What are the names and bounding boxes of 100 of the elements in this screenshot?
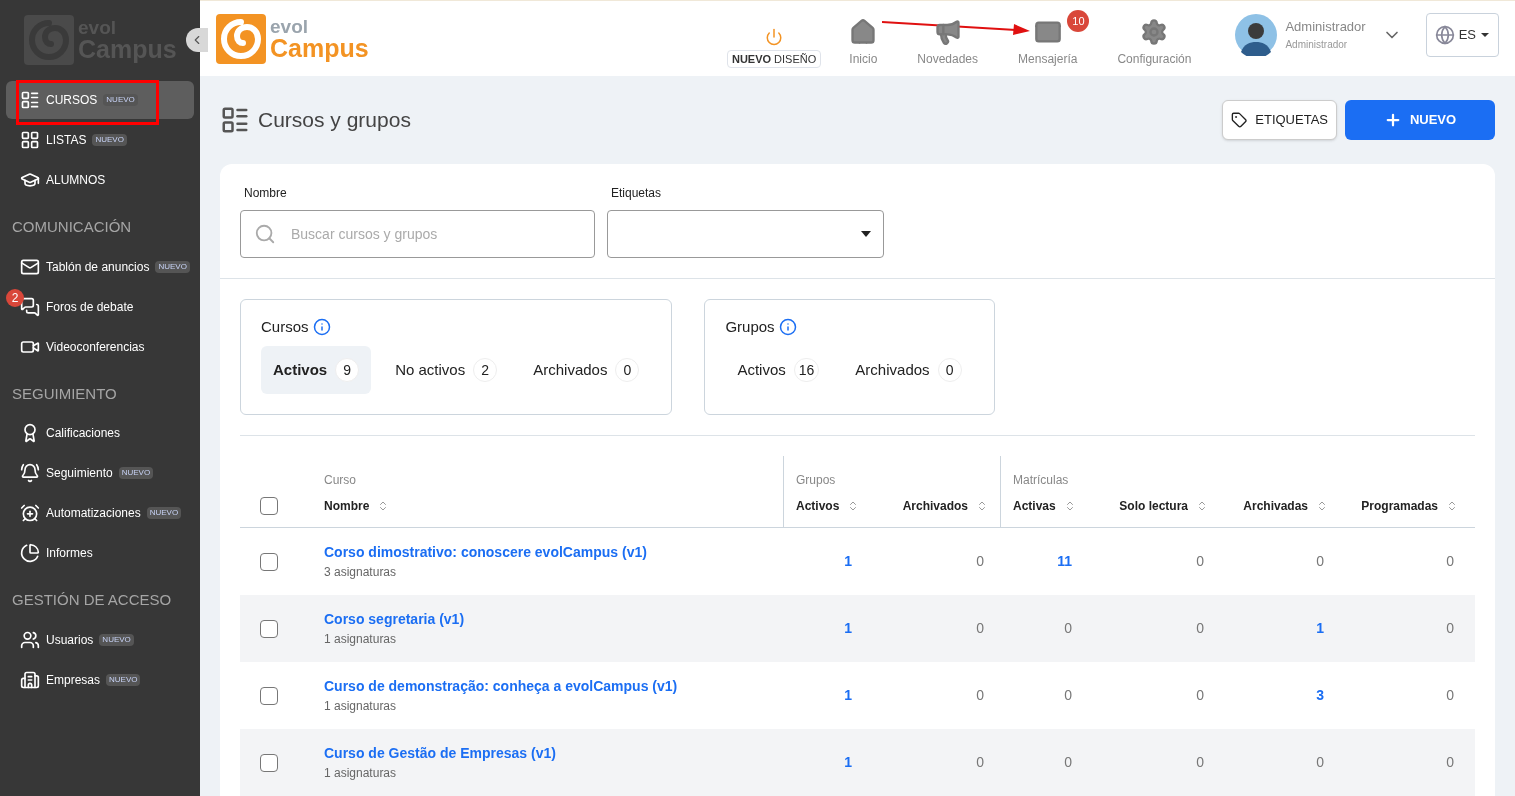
course-link[interactable]: Curso de demonstração: conheça a evolCampus (v1) (324, 676, 783, 697)
sidebar-label: Automatizaciones (46, 505, 141, 522)
new-design-button[interactable]: NUEVO DISEÑO (726, 27, 822, 69)
count-link[interactable]: 1 (844, 685, 852, 706)
sort-icon[interactable] (1446, 500, 1458, 512)
count-link[interactable]: 1 (1316, 618, 1324, 639)
table-cell-text: 0 (1064, 753, 1072, 772)
sidebar-item[interactable]: ALUMNOS (6, 161, 194, 199)
info-icon[interactable] (312, 317, 331, 336)
new-button[interactable]: NUEVO (1345, 99, 1495, 140)
caret-icon (1480, 31, 1490, 38)
group-heading: Matrículas (1013, 472, 1070, 489)
new-tag: NUEVO (146, 507, 182, 519)
graduation-cap-icon (20, 170, 40, 190)
count-pill: 0 (615, 358, 640, 382)
field-label: Nombre (243, 184, 288, 202)
nav-item[interactable]: Configuración (1105, 10, 1204, 69)
tags-button[interactable]: ETIQUETAS (1222, 99, 1337, 140)
count-pill: 0 (937, 358, 962, 382)
grid-icon (20, 130, 40, 150)
sidebar-item[interactable]: Videoconferencias (6, 327, 194, 366)
checkbox[interactable] (260, 497, 278, 515)
user-role: Administrador (1285, 37, 1349, 52)
count-link[interactable]: 1 (844, 752, 852, 773)
home-icon (849, 18, 878, 47)
checkbox[interactable] (260, 552, 278, 571)
sort-icon[interactable] (1196, 500, 1208, 512)
sidebar-item[interactable]: Tablón de anuncios NUEVO (6, 247, 194, 286)
checkbox[interactable] (260, 686, 278, 705)
field-label: Etiquetas (610, 184, 663, 202)
status-tab[interactable]: Activos 16 (725, 346, 832, 394)
nav-item[interactable]: Inicio (837, 10, 890, 69)
sidebar-item[interactable]: CURSOS NUEVO (6, 81, 194, 119)
stats-title: Cursos (261, 316, 309, 337)
status-tab[interactable]: Archivados 0 (521, 346, 652, 394)
sidebar-item[interactable]: Usuarios NUEVO (6, 620, 194, 659)
sidebar-item[interactable]: Informes (6, 534, 194, 572)
sort-icon[interactable] (1316, 500, 1328, 512)
sidebar-label: Videoconferencias (46, 338, 145, 356)
logo-icon (216, 13, 266, 64)
collapse-button[interactable] (186, 28, 208, 52)
stats-title: Grupos (725, 316, 775, 337)
count-link[interactable]: 3 (1316, 685, 1324, 706)
count-pill: 16 (793, 358, 820, 382)
course-subtitle: 1 asignaturas (324, 631, 398, 648)
settings-icon (1140, 18, 1169, 47)
table-cell-text: 0 (976, 753, 984, 772)
sidebar-item[interactable]: Automatizaciones NUEVO (6, 494, 194, 532)
section-heading: GESTIÓN DE ACCESO (11, 590, 173, 610)
search-field[interactable]: Buscar cursos y grupos (240, 209, 595, 258)
count-link[interactable]: 1 (844, 551, 852, 572)
sidebar-label: Usuarios (46, 631, 94, 649)
checkbox[interactable] (260, 753, 278, 772)
megaphone-icon (933, 18, 962, 47)
user-name: Administrador (1285, 18, 1366, 37)
language-selector[interactable]: ES (1425, 12, 1499, 57)
sort-icon[interactable] (976, 500, 988, 512)
count-pill: 2 (473, 358, 498, 382)
bell-icon (20, 463, 40, 483)
group-heading: Grupos (796, 472, 837, 489)
course-link[interactable]: Corso dimostrativo: conoscere evolCampus (v1) (324, 542, 783, 563)
column-heading: Archivadas (1243, 498, 1308, 515)
status-tab[interactable]: No activos 2 (383, 346, 510, 394)
power-icon (765, 27, 784, 46)
sidebar-item[interactable]: Empresas NUEVO (6, 660, 194, 699)
count-link[interactable]: 11 (1057, 551, 1072, 572)
nav-item[interactable]: 10 Mensajería (1006, 10, 1090, 69)
column-heading: Nombre (324, 498, 370, 515)
sidebar-label: ALUMNOS (46, 172, 106, 189)
table-cell-text: 0 (976, 552, 984, 571)
status-tab[interactable]: Activos 9 (261, 346, 372, 394)
info-icon[interactable] (778, 317, 797, 336)
course-link[interactable]: Corso segretaria (v1) (324, 609, 783, 630)
table-cell-text: 0 (1196, 619, 1204, 638)
checkbox[interactable] (260, 619, 278, 638)
table-cell-text: 0 (1196, 552, 1204, 571)
alarm-clock-icon (20, 503, 40, 523)
tags-dropdown[interactable] (607, 209, 884, 258)
column-heading: Solo lectura (1119, 498, 1188, 515)
avatar (1235, 13, 1278, 56)
section-heading: SEGUIMIENTO (11, 383, 118, 404)
table-cell-text: 0 (1446, 552, 1454, 571)
list-icon (20, 90, 40, 110)
course-link[interactable]: Curso de Gestão de Empresas (v1) (324, 743, 783, 764)
sidebar-label: Empresas (46, 671, 101, 689)
users-icon (20, 629, 40, 650)
sidebar-item[interactable]: Calificaciones (6, 414, 194, 452)
count-link[interactable]: 1 (844, 618, 852, 639)
sidebar-item[interactable]: LISTAS NUEVO (6, 121, 194, 159)
sidebar-label: LISTAS (46, 132, 87, 149)
sidebar-item[interactable]: 2 Foros de debate (6, 287, 194, 326)
new-tag: NUEVO (99, 633, 134, 646)
nav-item[interactable]: Novedades (905, 10, 991, 69)
new-tag: NUEVO (118, 467, 154, 479)
table-cell-text: 0 (1316, 552, 1324, 571)
column-heading: Programadas (1361, 498, 1438, 515)
page-title: Cursos y grupos (258, 107, 411, 134)
sidebar-item[interactable]: Seguimiento NUEVO (6, 454, 194, 492)
column-heading: Activos (796, 498, 840, 515)
status-tab[interactable]: Archivados 0 (843, 346, 974, 394)
